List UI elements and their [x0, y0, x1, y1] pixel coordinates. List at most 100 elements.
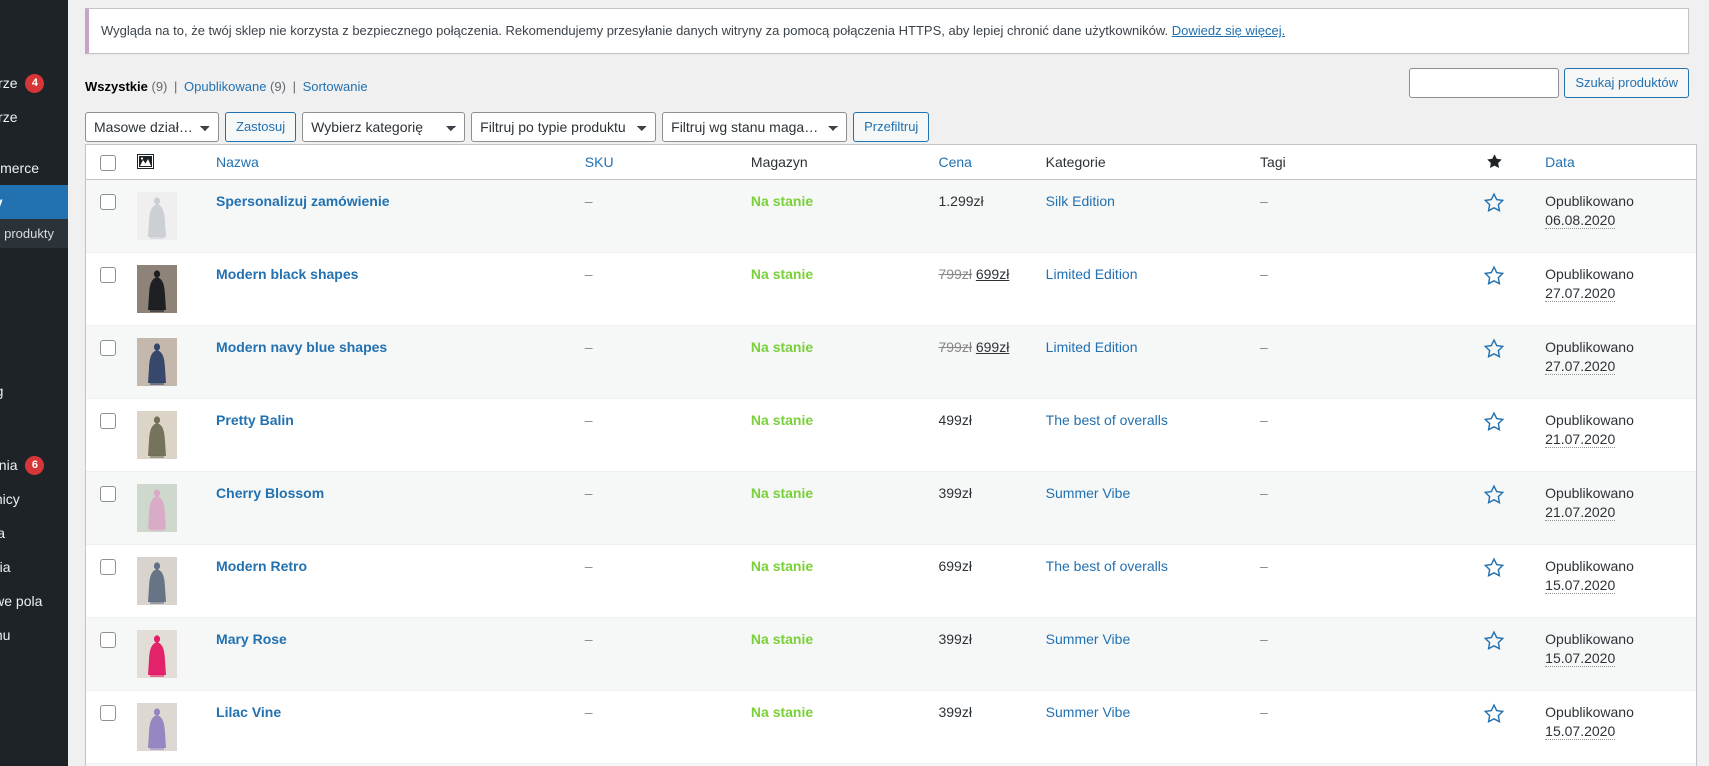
apply-bulk-button[interactable]: Zastosuj: [225, 111, 297, 142]
admin-sidebar[interactable]: Komentarze 4 Komentarze WooCommerce Prod…: [0, 0, 68, 766]
product-name-cell[interactable]: Modern Retro: [206, 545, 575, 618]
learn-more-link[interactable]: Dowiedz się więcej.: [1172, 23, 1285, 38]
product-thumbnail[interactable]: [136, 264, 177, 313]
row-checkbox[interactable]: [100, 193, 116, 210]
product-featured-cell[interactable]: [1453, 545, 1536, 618]
sidebar-item-woocommerce[interactable]: WooCommerce: [0, 151, 68, 185]
status-filter-sorting-link[interactable]: Sortowanie: [303, 79, 368, 94]
select-all-checkbox-top[interactable]: [100, 154, 116, 171]
product-category-link[interactable]: The best of overalls: [1046, 412, 1168, 428]
sidebar-item-users[interactable]: Użytkownicy: [0, 482, 68, 516]
product-thumbnail-cell[interactable]: [126, 179, 207, 253]
product-name-cell[interactable]: Cherry Blossom: [206, 471, 575, 545]
sidebar-item-all-products[interactable]: Wszystkie produkty: [0, 219, 68, 248]
product-name-cell[interactable]: Modern navy blue shapes: [206, 325, 575, 399]
name-header[interactable]: Nazwa: [206, 144, 575, 180]
date-header-sort-link[interactable]: Data: [1545, 154, 1575, 170]
product-thumbnail[interactable]: [136, 483, 177, 532]
row-checkbox[interactable]: [100, 704, 116, 721]
product-name-cell[interactable]: Modern black shapes: [206, 253, 575, 326]
bulk-actions-select[interactable]: Masowe działania: [85, 111, 219, 142]
product-thumbnail-cell[interactable]: [126, 617, 207, 691]
status-filter-published[interactable]: Opublikowane (9) |: [184, 74, 299, 100]
product-thumbnail[interactable]: [136, 191, 177, 240]
stock-status-filter-select[interactable]: Filtruj wg stanu magazynowego: [662, 111, 848, 142]
product-name-cell[interactable]: Pretty Balin: [206, 399, 575, 472]
product-name-cell[interactable]: Lilac Vine: [206, 691, 575, 764]
product-name-link[interactable]: Spersonalizuj zamówienie: [216, 193, 390, 209]
sidebar-item-orders[interactable]: Zamówienia 6: [0, 448, 68, 482]
sidebar-item-marketing[interactable]: Marketing: [0, 374, 68, 408]
product-category-link[interactable]: Summer Vibe: [1046, 485, 1131, 501]
product-thumbnail-cell[interactable]: [126, 691, 207, 764]
product-name-link[interactable]: Modern black shapes: [216, 266, 358, 282]
row-select-cell[interactable]: [86, 253, 127, 326]
product-thumbnail-cell[interactable]: [126, 253, 207, 326]
row-checkbox[interactable]: [100, 412, 116, 429]
date-header[interactable]: Data: [1535, 144, 1696, 180]
product-thumbnail-cell[interactable]: [126, 545, 207, 618]
category-filter-select[interactable]: Wybierz kategorię: [302, 111, 466, 142]
sidebar-item-settings[interactable]: Ustawienia: [0, 550, 68, 584]
name-header-sort-link[interactable]: Nazwa: [216, 154, 259, 170]
star-outline-icon[interactable]: [1464, 483, 1525, 506]
product-featured-cell[interactable]: [1453, 471, 1536, 545]
product-thumbnail-cell[interactable]: [126, 325, 207, 399]
product-categories-cell[interactable]: Limited Edition: [1035, 253, 1251, 326]
product-thumbnail[interactable]: [136, 702, 177, 751]
search-input[interactable]: [1409, 67, 1560, 98]
product-featured-cell[interactable]: [1453, 691, 1536, 764]
product-thumbnail[interactable]: [136, 410, 177, 459]
row-select-cell[interactable]: [86, 325, 127, 399]
row-select-cell[interactable]: [86, 617, 127, 691]
product-featured-cell[interactable]: [1453, 325, 1536, 399]
product-name-link[interactable]: Pretty Balin: [216, 412, 294, 428]
star-outline-icon[interactable]: [1464, 702, 1525, 725]
product-type-filter-select[interactable]: Filtruj po typie produktu: [471, 111, 657, 142]
sidebar-item-custom-fields[interactable]: Dodatkowe pola: [0, 584, 68, 618]
star-outline-icon[interactable]: [1464, 337, 1525, 360]
sidebar-item-collapse-menu[interactable]: Zwiń menu: [0, 618, 68, 652]
row-select-cell[interactable]: [86, 691, 127, 764]
product-thumbnail[interactable]: [136, 556, 177, 605]
product-category-link[interactable]: The best of overalls: [1046, 558, 1168, 574]
product-category-link[interactable]: Limited Edition: [1046, 266, 1138, 282]
row-select-cell[interactable]: [86, 399, 127, 472]
product-name-link[interactable]: Modern navy blue shapes: [216, 339, 387, 355]
product-categories-cell[interactable]: Silk Edition: [1035, 179, 1251, 253]
price-header-sort-link[interactable]: Cena: [938, 154, 971, 170]
row-checkbox[interactable]: [100, 266, 116, 283]
product-categories-cell[interactable]: Summer Vibe: [1035, 471, 1251, 545]
select-all-header[interactable]: [86, 144, 127, 180]
sku-header-sort-link[interactable]: SKU: [585, 154, 614, 170]
status-filter-published-link[interactable]: Opublikowane: [184, 79, 266, 94]
product-categories-cell[interactable]: Limited Edition: [1035, 325, 1251, 399]
product-category-link[interactable]: Summer Vibe: [1046, 631, 1131, 647]
star-outline-icon[interactable]: [1464, 410, 1525, 433]
row-select-cell[interactable]: [86, 471, 127, 545]
row-checkbox[interactable]: [100, 631, 116, 648]
product-featured-cell[interactable]: [1453, 399, 1536, 472]
product-thumbnail-cell[interactable]: [126, 399, 207, 472]
product-categories-cell[interactable]: The best of overalls: [1035, 545, 1251, 618]
status-filter-sorting[interactable]: Sortowanie: [303, 74, 368, 100]
product-category-link[interactable]: Silk Edition: [1046, 193, 1115, 209]
product-name-link[interactable]: Cherry Blossom: [216, 485, 324, 501]
filter-button[interactable]: Przefiltruj: [853, 111, 930, 142]
product-name-cell[interactable]: Spersonalizuj zamówienie: [206, 179, 575, 253]
row-checkbox[interactable]: [100, 558, 116, 575]
star-outline-icon[interactable]: [1464, 191, 1525, 214]
product-featured-cell[interactable]: [1453, 617, 1536, 691]
product-categories-cell[interactable]: Summer Vibe: [1035, 691, 1251, 764]
sidebar-item-comments-2[interactable]: Komentarze: [0, 100, 68, 134]
sidebar-item-products[interactable]: Produkty: [0, 185, 68, 219]
product-category-link[interactable]: Limited Edition: [1046, 339, 1138, 355]
sku-header[interactable]: SKU: [574, 144, 741, 180]
row-checkbox[interactable]: [100, 485, 116, 502]
row-checkbox[interactable]: [100, 339, 116, 356]
star-outline-icon[interactable]: [1464, 264, 1525, 287]
product-name-link[interactable]: Modern Retro: [216, 558, 307, 574]
status-filter-all[interactable]: Wszystkie (9) |: [85, 74, 180, 100]
product-categories-cell[interactable]: The best of overalls: [1035, 399, 1251, 472]
product-featured-cell[interactable]: [1453, 179, 1536, 253]
